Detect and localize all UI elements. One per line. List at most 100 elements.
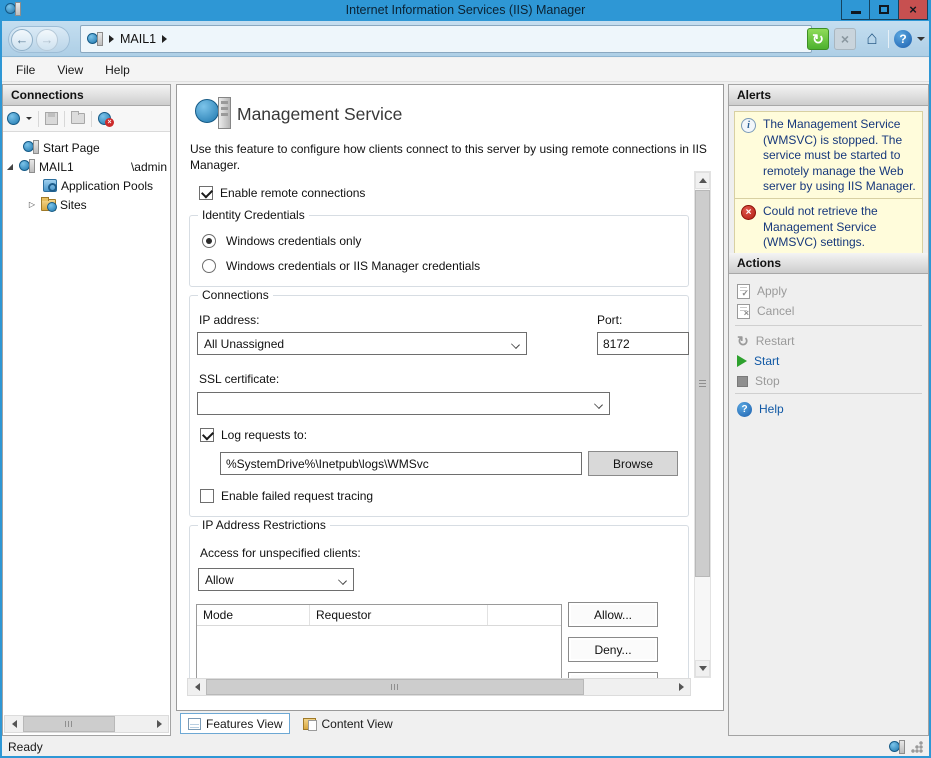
stop-icon	[737, 376, 748, 387]
connections-panel: Connections × Start Page ◢ MAIL1 \admin	[2, 84, 171, 736]
address-box[interactable]: MAIL1	[80, 25, 812, 53]
failed-request-tracing-checkbox[interactable]	[200, 489, 214, 503]
status-bar: Ready	[0, 736, 931, 758]
error-icon: ×	[741, 205, 756, 220]
ip-address-label: IP address:	[199, 313, 259, 327]
scrollbar-thumb[interactable]	[23, 716, 115, 732]
connections-group: Connections IP address: All Unassigned P…	[189, 295, 689, 517]
actions-separator	[735, 325, 922, 326]
ip-address-select[interactable]: All Unassigned	[197, 332, 527, 355]
connections-horizontal-scrollbar[interactable]	[4, 715, 169, 733]
create-connection-dropdown-icon[interactable]	[26, 117, 32, 120]
home-button[interactable]: ⌂	[861, 28, 883, 50]
expand-icon[interactable]: ▷	[27, 200, 37, 209]
action-stop: Stop	[737, 371, 780, 391]
windows-credentials-only-radio[interactable]	[202, 234, 216, 248]
content-horizontal-scrollbar[interactable]	[187, 678, 691, 696]
tab-features-view[interactable]: Features View	[180, 713, 290, 734]
access-unspecified-label: Access for unspecified clients:	[200, 546, 361, 560]
breadcrumb-server[interactable]: MAIL1	[120, 32, 156, 46]
actions-header: Actions	[729, 253, 928, 274]
port-label: Port:	[597, 313, 622, 327]
refresh-button[interactable]: ↻	[807, 28, 829, 50]
tree-item-sites[interactable]: ▷ Sites	[3, 195, 170, 214]
action-apply: ✓ Apply	[737, 281, 787, 301]
log-path-input[interactable]	[220, 452, 582, 475]
restrictions-table[interactable]: Mode Requestor	[196, 604, 562, 678]
connections-header: Connections	[3, 85, 170, 106]
stop-button: ×	[834, 28, 856, 50]
log-requests-checkbox[interactable]	[200, 428, 214, 442]
window-title: Internet Information Services (IIS) Mana…	[0, 3, 931, 17]
allow-button[interactable]: Allow...	[568, 602, 658, 627]
column-mode[interactable]: Mode	[197, 605, 310, 625]
windows-or-iis-credentials-radio[interactable]	[202, 259, 216, 273]
scroll-down-icon[interactable]	[695, 660, 710, 677]
features-view-icon	[188, 718, 201, 730]
info-icon: i	[741, 118, 756, 133]
scroll-left-icon[interactable]	[188, 679, 206, 695]
scroll-up-icon[interactable]	[695, 172, 710, 189]
scrollbar-thumb[interactable]	[206, 679, 584, 695]
import-connection-icon	[71, 113, 85, 124]
ip-restrictions-group: IP Address Restrictions Access for unspe…	[189, 525, 689, 678]
access-unspecified-select[interactable]: Allow	[198, 568, 354, 591]
action-help[interactable]: ? Help	[737, 399, 784, 419]
scroll-right-icon[interactable]	[150, 716, 168, 732]
scrollbar-thumb[interactable]	[695, 190, 710, 577]
menu-file[interactable]: File	[16, 63, 35, 77]
disconnect-icon[interactable]: ×	[98, 112, 111, 125]
page-description: Use this feature to configure how client…	[190, 142, 714, 173]
tree-item-server[interactable]: ◢ MAIL1 \admin	[3, 157, 170, 176]
nav-buttons: ← →	[8, 26, 70, 53]
apply-icon: ✓	[737, 284, 750, 299]
deny-button[interactable]: Deny...	[568, 637, 658, 662]
minimize-icon	[851, 11, 861, 14]
failed-request-tracing-label: Enable failed request tracing	[221, 489, 373, 503]
collapse-icon[interactable]: ◢	[5, 162, 15, 171]
tab-content-view[interactable]: Content View	[296, 713, 399, 734]
close-button[interactable]: ×	[899, 0, 928, 20]
port-input[interactable]	[597, 332, 689, 355]
disconnect-x-icon: ×	[105, 118, 114, 127]
status-text: Ready	[8, 740, 43, 754]
scroll-left-icon[interactable]	[5, 716, 23, 732]
content-vertical-scrollbar[interactable]	[694, 171, 711, 678]
ssl-certificate-select[interactable]	[197, 392, 610, 415]
close-icon: ×	[909, 3, 917, 16]
action-start[interactable]: Start	[737, 351, 779, 371]
title-bar: Internet Information Services (IIS) Mana…	[0, 0, 931, 21]
ssl-certificate-label: SSL certificate:	[199, 372, 279, 386]
log-requests-label: Log requests to:	[221, 428, 307, 442]
menu-help[interactable]: Help	[105, 63, 130, 77]
tree-item-start-page[interactable]: Start Page	[3, 138, 170, 157]
server-icon	[87, 32, 103, 47]
back-button[interactable]: ←	[11, 29, 33, 51]
column-requestor[interactable]: Requestor	[310, 605, 488, 625]
content-view-icon	[303, 718, 316, 730]
scroll-right-icon[interactable]	[672, 679, 690, 695]
enable-remote-connections-label: Enable remote connections	[220, 186, 365, 200]
help-icon[interactable]: ?	[894, 30, 912, 48]
server-node-icon	[19, 159, 35, 174]
connections-tree: Start Page ◢ MAIL1 \admin Application Po…	[3, 132, 170, 214]
menu-view[interactable]: View	[57, 63, 83, 77]
address-bar-row: ← → MAIL1 ↻ × ⌂ ?	[0, 21, 931, 57]
start-page-icon	[23, 140, 39, 155]
create-connection-icon[interactable]	[7, 112, 20, 125]
view-tabs: Features View Content View	[176, 712, 724, 735]
help-dropdown-icon[interactable]	[917, 37, 925, 41]
browse-button[interactable]: Browse	[588, 451, 678, 476]
tree-item-application-pools[interactable]: Application Pools	[3, 176, 170, 195]
identity-credentials-group: Identity Credentials Windows credentials…	[189, 215, 689, 287]
breadcrumb-arrow-icon[interactable]	[109, 35, 114, 43]
resize-grip[interactable]	[911, 741, 923, 753]
minimize-button[interactable]	[841, 0, 870, 20]
breadcrumb-arrow-icon[interactable]	[162, 35, 167, 43]
chevron-down-icon	[338, 576, 347, 585]
sites-icon	[41, 199, 56, 211]
enable-remote-connections-checkbox[interactable]	[199, 186, 213, 200]
column-blank	[488, 605, 561, 625]
alert-settings-error: × Could not retrieve the Management Serv…	[734, 198, 923, 257]
maximize-button[interactable]	[870, 0, 899, 20]
